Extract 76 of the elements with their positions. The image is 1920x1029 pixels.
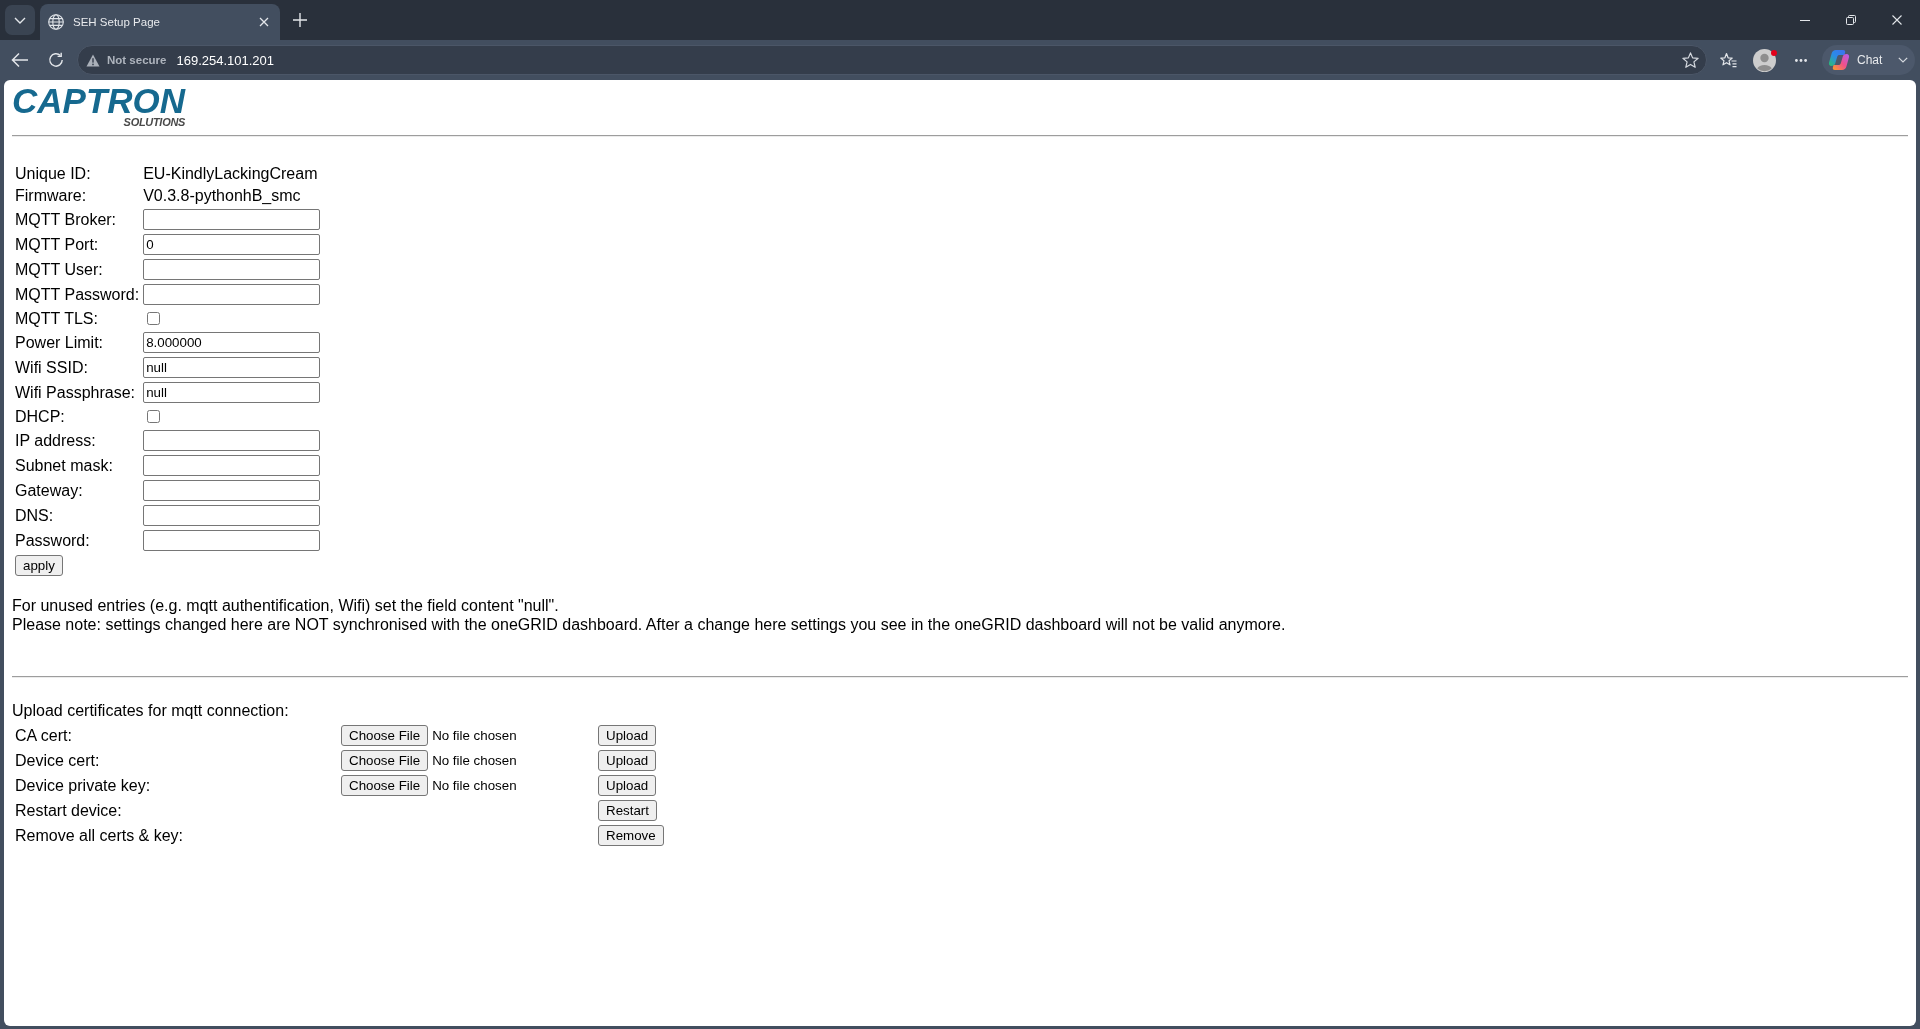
text-field[interactable]: null xyxy=(143,357,321,378)
swirl-icon xyxy=(1828,49,1850,71)
note-text: For unused entries (e.g. mqtt authentification, Wifi) set the field content "null". xyxy=(12,596,559,615)
text-field[interactable] xyxy=(143,209,321,230)
star-list-icon[interactable] xyxy=(1720,52,1737,68)
field-label: MQTT Port: xyxy=(15,235,99,253)
field-label: Subnet mask: xyxy=(15,456,113,474)
url-text: 169.254.101.201 xyxy=(176,52,275,68)
section-title: Upload certificates for mqtt connection: xyxy=(12,702,289,719)
field-label: MQTT Broker: xyxy=(15,210,117,228)
restore-icon[interactable] xyxy=(1846,15,1856,25)
field-label: Password: xyxy=(15,531,90,549)
field-label: Wifi SSID: xyxy=(15,358,88,376)
text-field[interactable]: 8.000000 xyxy=(143,332,321,353)
row-label: Device private key: xyxy=(15,776,151,794)
field-label: Wifi Passphrase: xyxy=(15,383,136,401)
field-label: IP address: xyxy=(15,431,96,449)
file-status-text: No file chosen xyxy=(432,751,517,770)
text-field[interactable]: null xyxy=(143,382,321,403)
minimize-icon[interactable] xyxy=(1800,19,1810,21)
checkbox[interactable] xyxy=(147,410,161,423)
text-field[interactable] xyxy=(143,259,321,280)
field-value: EU-KindlyLackingCream xyxy=(143,165,318,182)
file-status-text: No file chosen xyxy=(432,776,517,795)
field-label: Power Limit: xyxy=(15,333,104,351)
security-label[interactable]: Not secure xyxy=(107,54,167,66)
field-label: Firmware: xyxy=(15,187,87,204)
row-label: CA cert: xyxy=(15,726,72,744)
chevron-down-icon xyxy=(1898,57,1908,63)
action-button[interactable]: Remove xyxy=(598,825,664,846)
field-label: MQTT TLS: xyxy=(15,309,98,327)
field-label: MQTT User: xyxy=(15,260,103,278)
plus-icon[interactable] xyxy=(292,12,308,28)
address-bar[interactable]: Not secure 169.254.101.201 xyxy=(77,45,1707,75)
chat-button[interactable]: Chat xyxy=(1822,45,1915,75)
text-field[interactable] xyxy=(143,430,321,451)
text-field[interactable] xyxy=(143,505,321,526)
row-label: Remove all certs & key: xyxy=(15,826,184,844)
row-label: Device cert: xyxy=(15,751,100,769)
reload-icon[interactable] xyxy=(48,52,64,68)
warning-icon xyxy=(86,53,100,67)
field-value: V0.3.8-pythonhB_smc xyxy=(143,187,301,204)
row-label: Restart device: xyxy=(15,801,122,819)
text-field[interactable] xyxy=(143,480,321,501)
field-label: Unique ID: xyxy=(15,165,91,182)
tab-search-button[interactable] xyxy=(5,5,35,35)
note-text: Please note: settings changed here are NOT synchronised with the oneGRID dashboard. After a change here settings you see in the oneGRID dashboard will not be valid anymore. xyxy=(12,615,1286,634)
close-icon[interactable] xyxy=(259,17,269,27)
text-field[interactable]: 0 xyxy=(143,234,321,255)
field-label: DNS: xyxy=(15,506,54,524)
logo-tagline: SOLUTIONS xyxy=(123,116,186,129)
choose-file-button[interactable]: Choose File xyxy=(341,775,429,796)
star-icon[interactable] xyxy=(1682,51,1699,69)
close-icon[interactable] xyxy=(1892,15,1902,25)
choose-file-button[interactable]: Choose File xyxy=(341,725,429,746)
field-label: MQTT Password: xyxy=(15,285,140,303)
upload-button[interactable]: Upload xyxy=(598,775,657,796)
more-icon[interactable] xyxy=(1795,58,1807,62)
checkbox[interactable] xyxy=(147,312,161,325)
logo-wordmark: CAPTRON xyxy=(12,88,186,114)
field-label: DHCP: xyxy=(15,407,65,425)
upload-button[interactable]: Upload xyxy=(598,750,657,771)
text-field[interactable] xyxy=(143,530,321,551)
browser-tab[interactable]: SEH Setup Page xyxy=(40,4,280,40)
choose-file-button[interactable]: Choose File xyxy=(341,750,429,771)
globe-icon xyxy=(48,14,64,30)
action-button[interactable]: Restart xyxy=(598,800,657,821)
field-label: Gateway: xyxy=(15,481,83,499)
text-field[interactable] xyxy=(143,284,321,305)
back-arrow-icon[interactable] xyxy=(11,52,29,68)
text-field[interactable] xyxy=(143,455,321,476)
caret-down-icon xyxy=(14,16,26,24)
file-status-text: No file chosen xyxy=(432,726,517,745)
upload-button[interactable]: Upload xyxy=(598,725,657,746)
avatar-icon[interactable] xyxy=(1753,48,1776,72)
apply-button[interactable]: apply xyxy=(15,555,63,576)
